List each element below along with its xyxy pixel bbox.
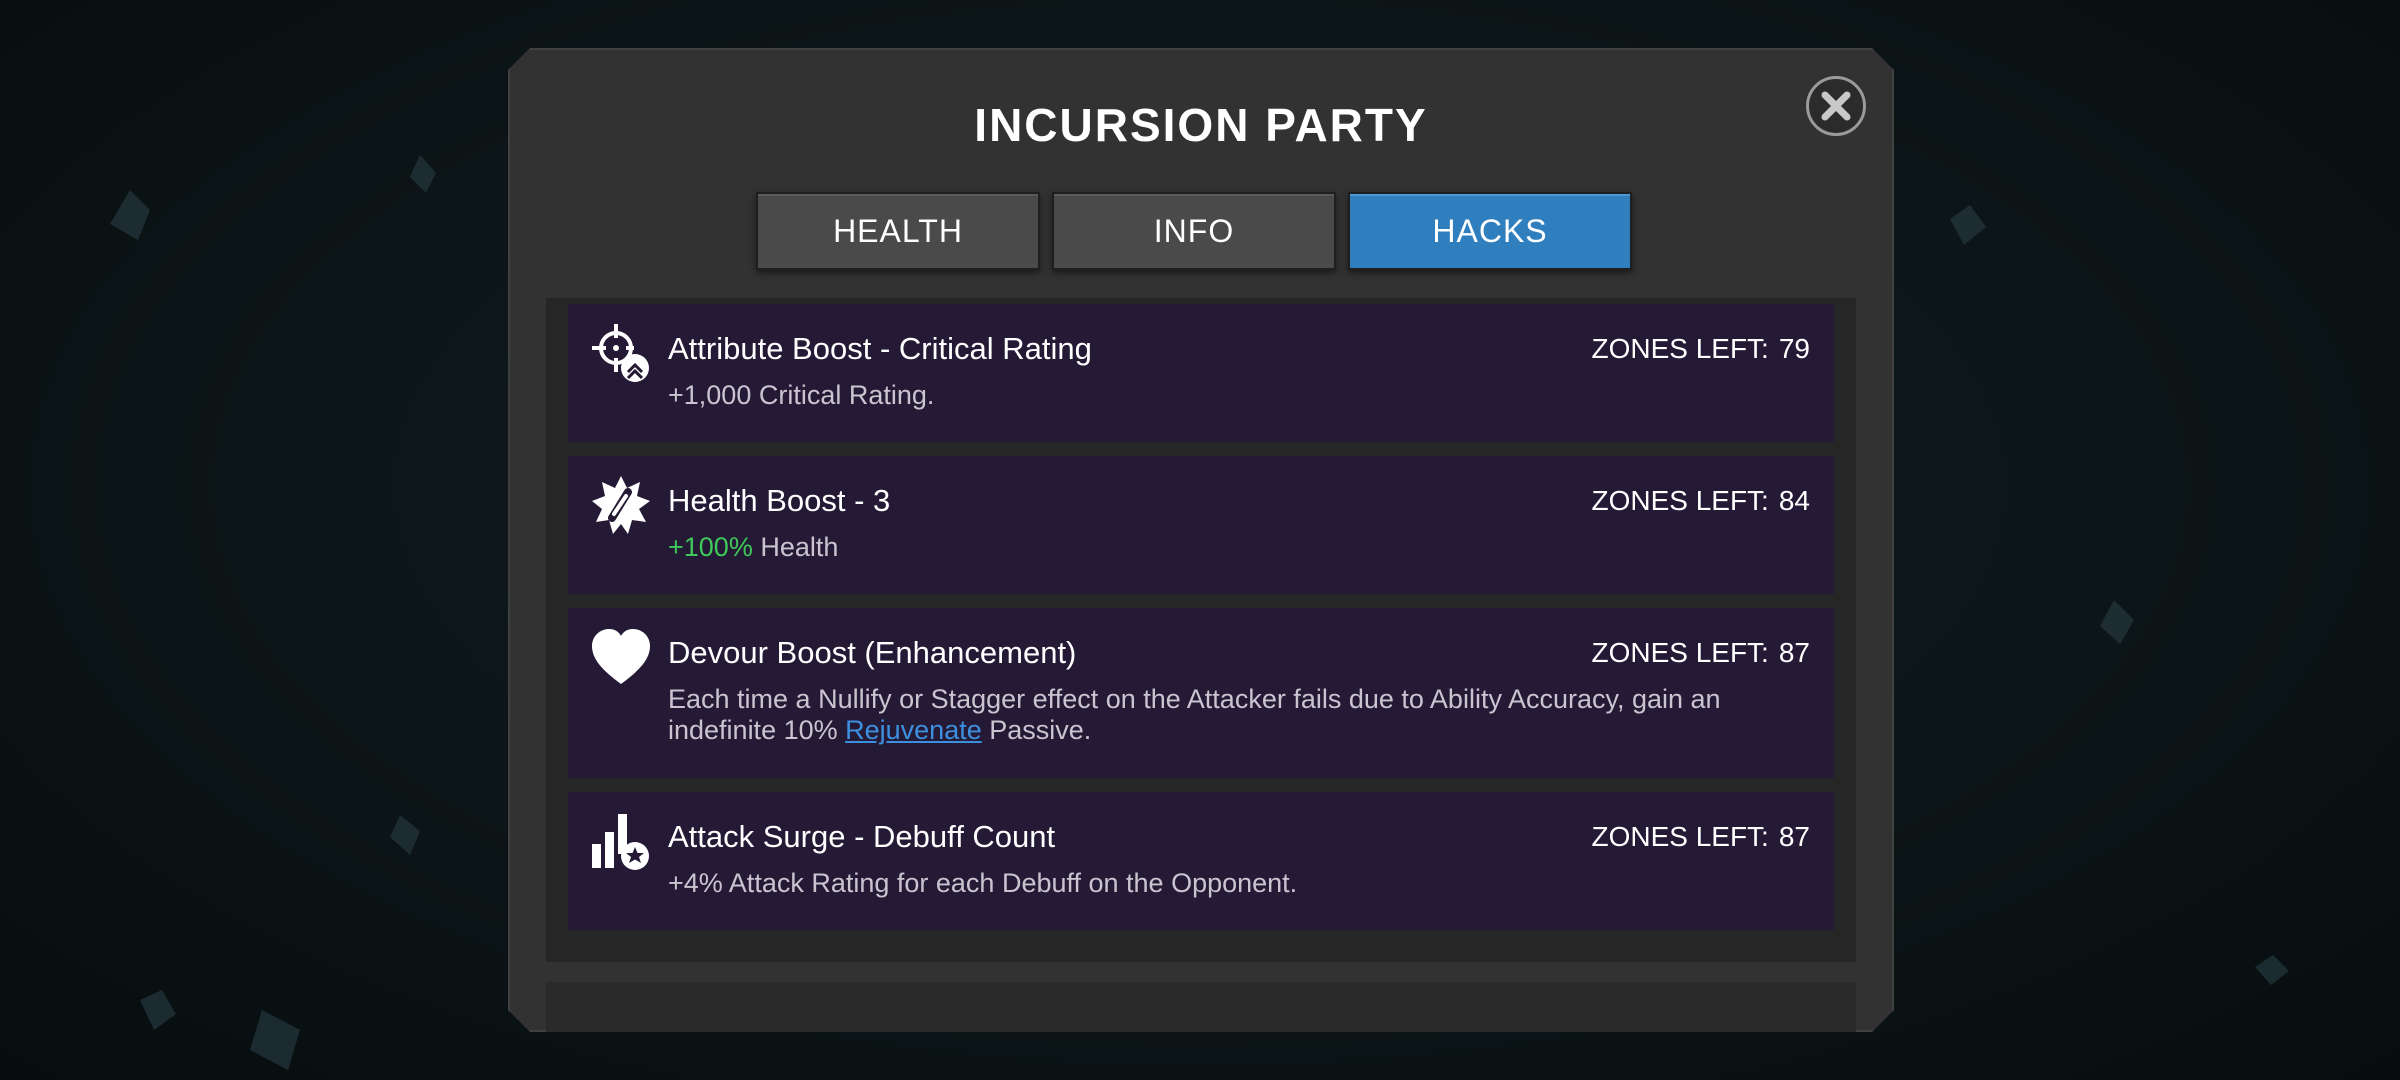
hack-row[interactable]: Devour Boost (Enhancement) ZONES LEFT: 8… xyxy=(568,608,1834,778)
crosshair-chevron-icon xyxy=(592,324,649,382)
incursion-party-modal: INCURSION PARTY HEALTH INFO HACKS Attrib… xyxy=(508,48,1894,1032)
health-boost-text: Health xyxy=(760,532,839,562)
next-section-strip xyxy=(546,982,1856,1032)
background-crystal-decoration xyxy=(140,990,176,1030)
zones-left: ZONES LEFT: 79 xyxy=(1591,333,1810,365)
zones-left: ZONES LEFT: 84 xyxy=(1591,485,1810,517)
zones-left-value: 87 xyxy=(1778,637,1810,668)
close-x-icon xyxy=(1821,91,1851,121)
hack-row[interactable]: Attack Surge - Debuff Count ZONES LEFT: … xyxy=(568,792,1834,930)
hack-name: Attack Surge - Debuff Count xyxy=(668,819,1056,854)
zones-left: ZONES LEFT: 87 xyxy=(1591,637,1810,669)
modal-title: INCURSION PARTY xyxy=(974,99,1428,151)
hacks-list[interactable]: Attribute Boost - Critical Rating ZONES … xyxy=(546,298,1856,962)
zones-left-label: ZONES LEFT: xyxy=(1591,333,1769,364)
zones-left-label: ZONES LEFT: xyxy=(1591,485,1769,516)
tab-health[interactable]: HEALTH xyxy=(756,192,1040,270)
zones-left-value: 84 xyxy=(1778,485,1810,516)
zones-left-value: 87 xyxy=(1778,821,1810,852)
tab-hacks[interactable]: HACKS xyxy=(1348,192,1632,270)
hack-description-text: Passive. xyxy=(989,715,1092,745)
health-boost-value: +100% xyxy=(668,532,753,562)
zones-left-label: ZONES LEFT: xyxy=(1591,637,1769,668)
background-crystal-decoration xyxy=(2255,955,2289,985)
background-crystal-decoration xyxy=(390,815,420,855)
hack-row[interactable]: Attribute Boost - Critical Rating ZONES … xyxy=(568,304,1834,442)
close-button[interactable] xyxy=(1806,76,1866,136)
hack-name: Devour Boost (Enhancement) xyxy=(668,635,1077,670)
hack-description: +1,000 Critical Rating. xyxy=(668,380,935,410)
zones-left: ZONES LEFT: 87 xyxy=(1591,821,1810,853)
zones-left-label: ZONES LEFT: xyxy=(1591,821,1769,852)
background-crystal-decoration xyxy=(250,1010,300,1070)
background-crystal-decoration xyxy=(1950,205,1986,245)
zones-left-value: 79 xyxy=(1778,333,1810,364)
hack-row[interactable]: Health Boost - 3 ZONES LEFT: 84 +100% He… xyxy=(568,456,1834,594)
background-crystal-decoration xyxy=(110,190,150,240)
hack-description: +4% Attack Rating for each Debuff on the… xyxy=(668,868,1298,898)
hack-description-text: Each time a Nullify or Stagger effect on… xyxy=(668,684,1721,745)
hack-name: Health Boost - 3 xyxy=(668,483,891,518)
rejuvenate-link[interactable]: Rejuvenate xyxy=(845,715,982,745)
heart-icon xyxy=(592,629,650,684)
hack-description: +100% Health xyxy=(668,532,1768,563)
hack-name: Attribute Boost - Critical Rating xyxy=(668,331,1092,366)
bar-chart-star-icon xyxy=(592,814,649,870)
background-crystal-decoration xyxy=(2100,600,2134,644)
background-crystal-decoration xyxy=(410,155,436,193)
tab-info[interactable]: INFO xyxy=(1052,192,1336,270)
tab-bar: HEALTH INFO HACKS xyxy=(756,192,1632,270)
starburst-bandage-icon xyxy=(592,476,650,534)
hack-description: Each time a Nullify or Stagger effect on… xyxy=(668,684,1768,746)
